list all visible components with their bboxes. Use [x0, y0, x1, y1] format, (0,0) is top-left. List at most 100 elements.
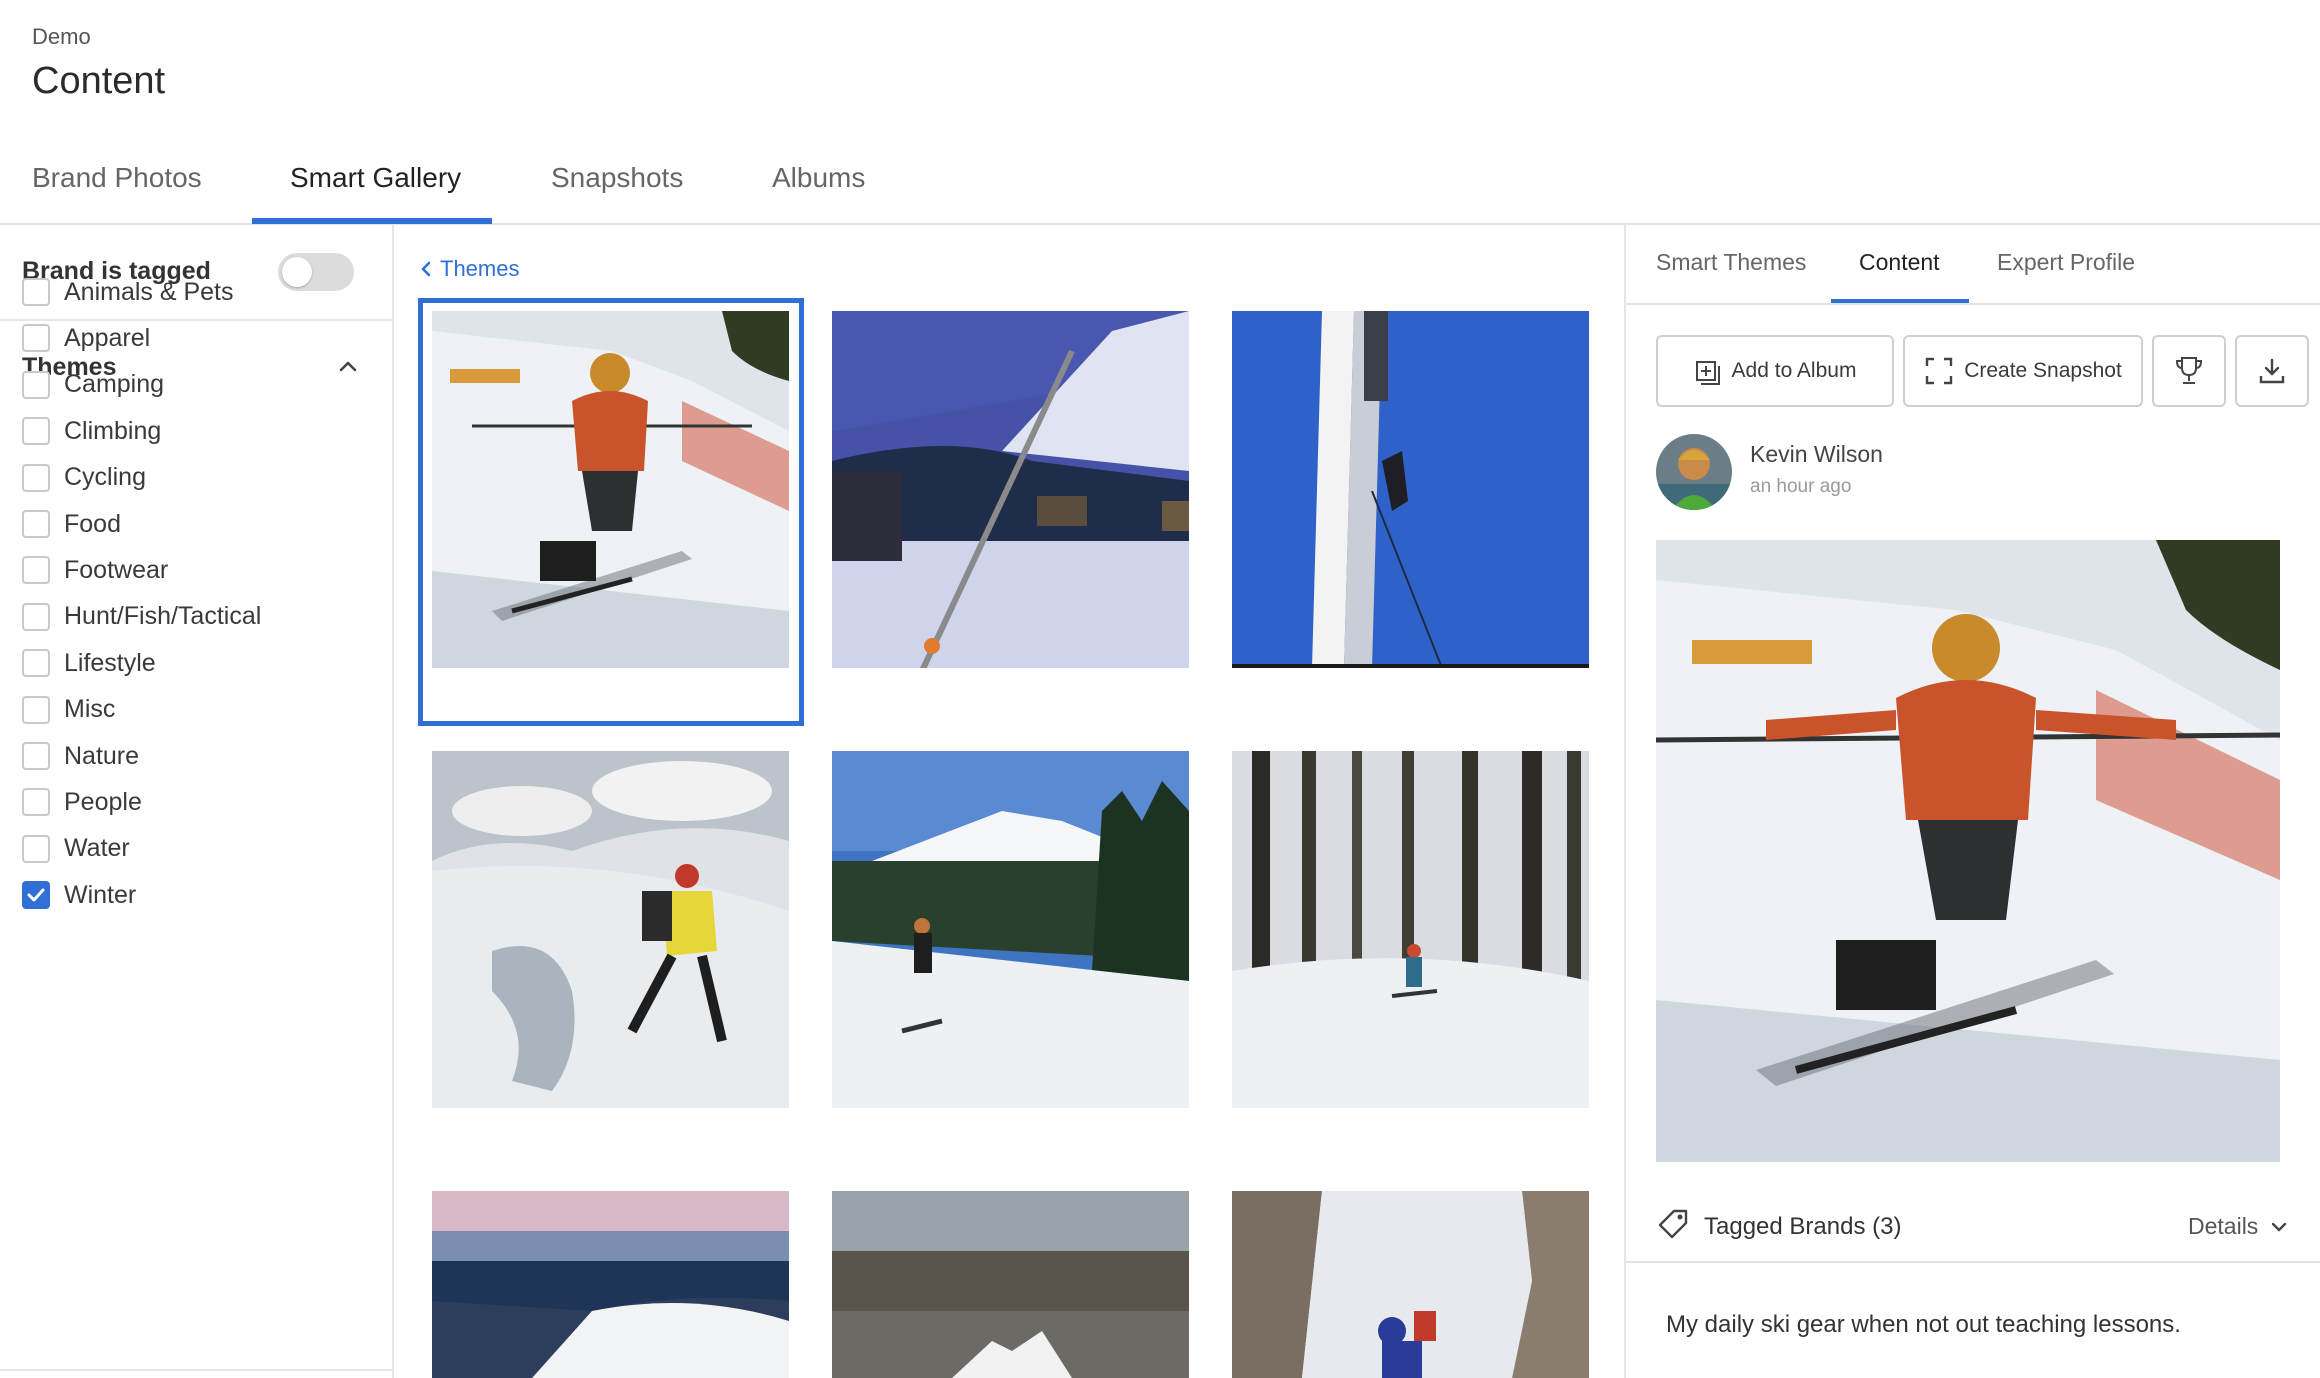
- theme-checkbox[interactable]: [22, 324, 50, 353]
- theme-checkbox[interactable]: [22, 602, 50, 631]
- page-title: Content: [32, 60, 166, 102]
- tab-smart-themes[interactable]: Smart Themes: [1656, 249, 1806, 276]
- theme-filter-item[interactable]: Cycling: [22, 458, 372, 498]
- tag-icon: [1658, 1209, 1688, 1239]
- tab-brand-photos[interactable]: Brand Photos: [32, 162, 202, 224]
- trophy-icon: [2175, 357, 2203, 384]
- gallery-photo[interactable]: [832, 311, 1189, 668]
- theme-filter-item[interactable]: Hunt/Fish/Tactical: [22, 597, 372, 637]
- author-name[interactable]: Kevin Wilson: [1750, 441, 1883, 468]
- gallery-photo[interactable]: [432, 751, 789, 1108]
- selected-photo-preview[interactable]: [1656, 540, 2280, 1162]
- theme-label: Water: [64, 834, 130, 863]
- selected-photo-frame: [418, 298, 804, 726]
- theme-label: Cycling: [64, 463, 146, 492]
- photo-caption: My daily ski gear when not out teaching …: [1666, 1311, 2181, 1338]
- photo-crevasse: [432, 751, 789, 1108]
- theme-label: Misc: [64, 695, 116, 724]
- gallery-photo[interactable]: [1232, 751, 1589, 1108]
- theme-checkbox[interactable]: [22, 742, 50, 770]
- gallery-photo[interactable]: [432, 1191, 789, 1378]
- create-snapshot-label: Create Snapshot: [1964, 359, 2122, 382]
- breadcrumb[interactable]: Demo: [32, 24, 91, 50]
- theme-label: Camping: [64, 370, 165, 399]
- theme-checkbox[interactable]: [22, 370, 50, 399]
- photo-volcano-snowboarder: [832, 751, 1189, 1108]
- theme-label: Hunt/Fish/Tactical: [64, 602, 262, 631]
- checkmark-icon: [27, 888, 45, 902]
- theme-filter-item[interactable]: Animals & Pets: [22, 272, 372, 312]
- tab-albums[interactable]: Albums: [772, 162, 865, 224]
- back-to-themes-link[interactable]: Themes: [420, 256, 519, 282]
- tab-expert-profile[interactable]: Expert Profile: [1997, 249, 2135, 276]
- back-link-label: Themes: [440, 256, 520, 281]
- photo-snowy-summit: [832, 1191, 1189, 1378]
- trophy-button[interactable]: [2152, 335, 2226, 407]
- theme-label: Apparel: [64, 323, 151, 352]
- details-toggle[interactable]: Details: [2188, 1213, 2288, 1240]
- divider: [0, 1369, 392, 1371]
- detail-tabs: Smart Themes Content Expert Profile: [1626, 225, 2320, 305]
- details-label: Details: [2188, 1213, 2259, 1239]
- tagged-brands-label: Tagged Brands (3): [1704, 1213, 1902, 1240]
- snapshot-frame-icon: [1925, 357, 1953, 385]
- tagged-brands-row[interactable]: Tagged Brands (3) Details: [1626, 1205, 2320, 1263]
- theme-filter-item[interactable]: Footwear: [22, 550, 372, 590]
- theme-filter-item[interactable]: Camping: [22, 365, 372, 405]
- active-tab-indicator: [1831, 299, 1969, 303]
- avatar[interactable]: [1656, 434, 1732, 510]
- gallery-photo[interactable]: [1232, 1191, 1589, 1378]
- theme-filter-item[interactable]: People: [22, 782, 372, 822]
- theme-filter-item[interactable]: Winter: [22, 875, 372, 915]
- theme-filter-item[interactable]: Apparel: [22, 318, 372, 358]
- theme-filter-item[interactable]: Food: [22, 504, 372, 544]
- theme-filter-item[interactable]: Misc: [22, 690, 372, 730]
- theme-checkbox[interactable]: [22, 556, 50, 585]
- post-timestamp: an hour ago: [1750, 476, 1852, 497]
- add-to-album-button[interactable]: Add to Album: [1656, 335, 1894, 407]
- theme-label: Climbing: [64, 416, 162, 445]
- page-header: Demo Content Brand Photos Smart Gallery …: [0, 0, 2320, 225]
- theme-label: Winter: [64, 880, 137, 909]
- theme-filter-item[interactable]: Climbing: [22, 411, 372, 451]
- theme-checkbox[interactable]: [22, 278, 50, 306]
- theme-label: Food: [64, 509, 121, 538]
- theme-checkbox[interactable]: [22, 695, 50, 724]
- photo-couloir-climber: [1232, 1191, 1589, 1378]
- create-snapshot-button[interactable]: Create Snapshot: [1903, 335, 2143, 407]
- chevron-left-icon: [421, 261, 431, 277]
- add-to-album-icon: [1695, 361, 1720, 385]
- photo-detail-panel: Smart Themes Content Expert Profile Add …: [1624, 225, 2320, 1378]
- theme-label: Nature: [64, 741, 140, 770]
- tab-content[interactable]: Content: [1859, 249, 1940, 276]
- theme-filter-item[interactable]: Lifestyle: [22, 643, 372, 683]
- theme-checkbox[interactable]: [22, 788, 50, 817]
- theme-label: Footwear: [64, 555, 169, 584]
- download-icon: [2259, 358, 2285, 384]
- photo-forest-snowboarder: [1232, 751, 1589, 1108]
- theme-label: People: [64, 787, 142, 816]
- theme-label: Lifestyle: [64, 648, 156, 677]
- gallery-photo[interactable]: [832, 751, 1189, 1108]
- theme-checkbox[interactable]: [22, 649, 50, 678]
- photo-sit-skier-large: [1656, 540, 2280, 1162]
- chevron-down-icon: [2272, 1222, 2287, 1231]
- download-button[interactable]: [2235, 335, 2309, 407]
- gallery-photo[interactable]: [832, 1191, 1189, 1378]
- theme-checkbox[interactable]: [22, 834, 50, 863]
- tab-snapshots[interactable]: Snapshots: [551, 162, 683, 224]
- theme-checkbox[interactable]: [22, 463, 50, 492]
- filter-sidebar: Brand is tagged Themes Animals & Pets App…: [0, 225, 394, 1378]
- theme-checkbox[interactable]: [22, 881, 50, 910]
- active-tab-indicator: [252, 218, 492, 224]
- theme-filter-item[interactable]: Water: [22, 829, 372, 869]
- tab-smart-gallery[interactable]: Smart Gallery: [290, 162, 461, 224]
- theme-checkbox[interactable]: [22, 510, 50, 538]
- theme-filter-item[interactable]: Nature: [22, 736, 372, 776]
- photo-pole-climber: [1232, 311, 1589, 668]
- theme-label: Animals & Pets: [64, 277, 234, 306]
- photo-snowy-ridge: [432, 1191, 789, 1378]
- theme-checkbox[interactable]: [22, 417, 50, 446]
- gallery-photo[interactable]: [1232, 311, 1589, 668]
- add-to-album-label: Add to Album: [1731, 359, 1857, 382]
